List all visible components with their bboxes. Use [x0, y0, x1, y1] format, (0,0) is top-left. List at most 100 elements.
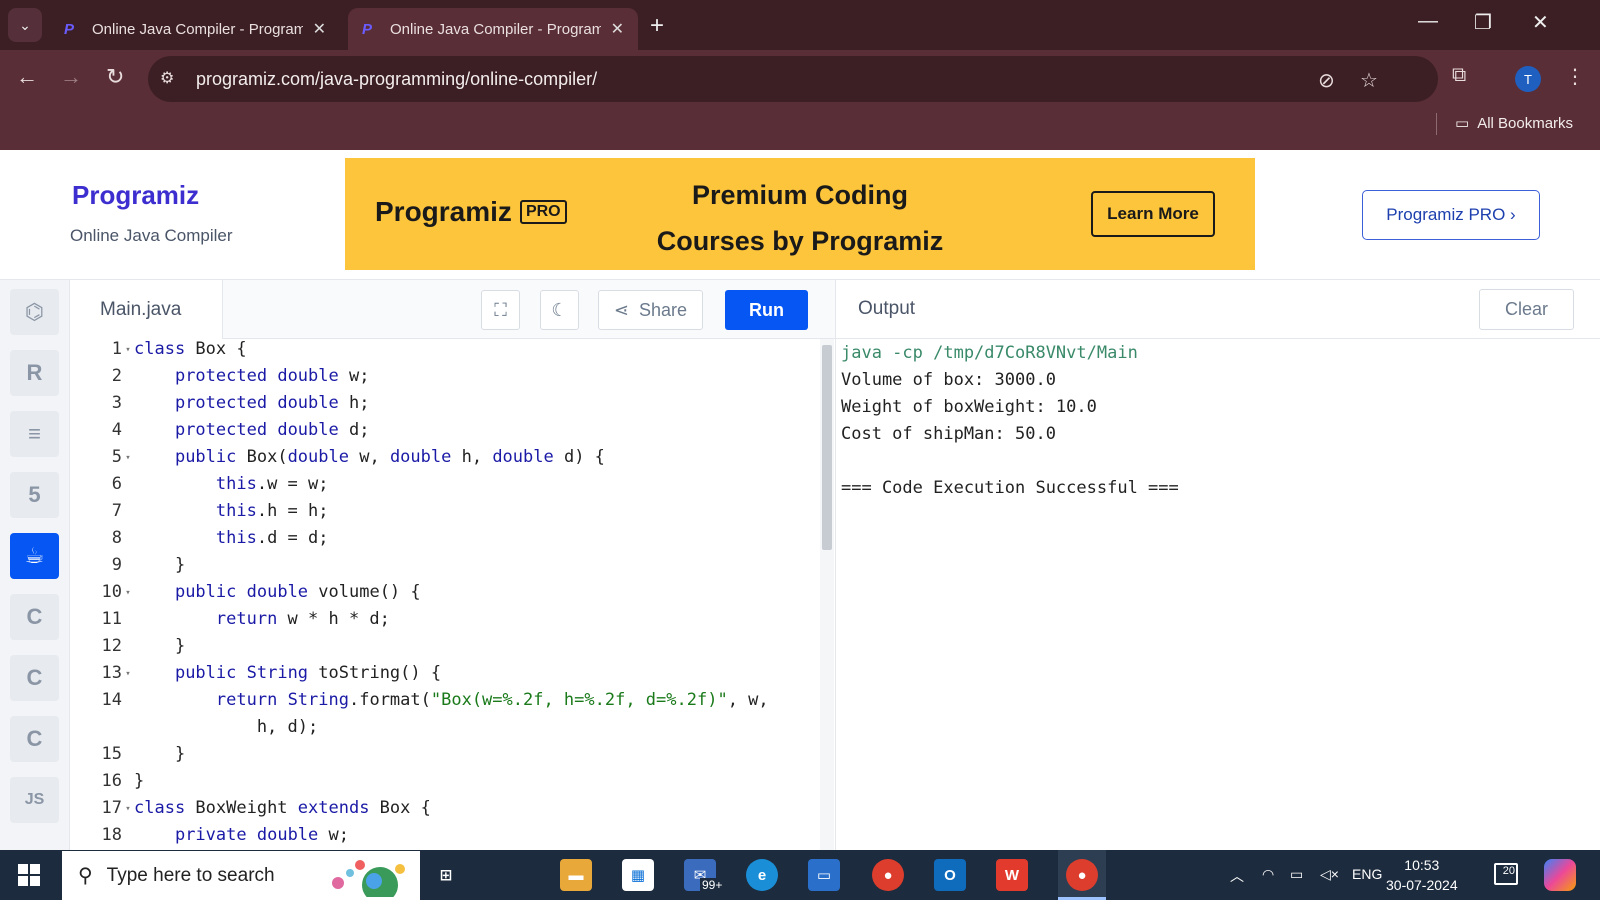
code-line[interactable]: 9 } [70, 555, 185, 582]
task-view-icon[interactable]: ⊞ [430, 859, 462, 891]
site-settings-icon[interactable]: ⚙ [160, 68, 182, 90]
file-tab[interactable]: Main.java [70, 280, 223, 339]
editor-scrollbar-thumb[interactable] [822, 345, 832, 550]
profile-avatar[interactable]: T [1515, 66, 1541, 92]
edge-icon[interactable]: e [746, 859, 778, 891]
java-icon[interactable]: ☕ [10, 533, 59, 579]
code-line[interactable]: 6 this.w = w; [70, 474, 329, 501]
browser-tab-active[interactable]: P Online Java Compiler - Program ✕ [348, 8, 638, 50]
file-explorer-icon[interactable]: ▬ [560, 859, 592, 891]
close-tab-icon[interactable]: ✕ [313, 19, 326, 39]
volume-muted-icon[interactable]: ◁× [1320, 866, 1339, 883]
code-line[interactable]: 12 } [70, 636, 186, 663]
microsoft-store-icon[interactable]: ▦ [622, 859, 654, 891]
extensions-icon[interactable]: ⧉ [1452, 64, 1466, 87]
outlook-icon[interactable]: O [934, 859, 966, 891]
fold-arrow-icon[interactable]: ▾ [122, 582, 134, 609]
code-line[interactable]: h, d); [70, 717, 318, 744]
code-line[interactable]: 16} [70, 771, 145, 798]
code-text[interactable]: } [134, 744, 185, 771]
code-text[interactable]: this.d = d; [134, 528, 329, 555]
browser-tab[interactable]: P Online Java Compiler - Program ✕ [50, 8, 340, 50]
code-text[interactable]: } [134, 771, 144, 798]
python-icon[interactable]: ⌬ [10, 289, 59, 335]
back-icon[interactable]: ← [16, 64, 38, 90]
code-line[interactable]: 15 } [70, 744, 186, 771]
clear-button[interactable]: Clear [1479, 289, 1574, 330]
all-bookmarks-button[interactable]: ▭ All Bookmarks [1455, 114, 1573, 133]
code-line[interactable]: 14 return String.format("Box(w=%.2f, h=%… [70, 690, 769, 717]
fullscreen-icon[interactable]: ⛶ [481, 290, 520, 330]
language-indicator[interactable]: ENG [1352, 866, 1382, 882]
chrome-profile-icon[interactable]: ● [1066, 859, 1098, 891]
taskbar-clock[interactable]: 10:53 30-07-2024 [1386, 855, 1458, 895]
code-text[interactable]: h, d); [134, 717, 318, 744]
csharp-icon[interactable]: C [10, 716, 59, 762]
code-line[interactable]: 18 private double w; [70, 825, 349, 850]
code-text[interactable]: protected double w; [134, 366, 370, 393]
battery-icon[interactable]: ▭ [1290, 866, 1303, 883]
promo-banner[interactable]: Programiz PRO Premium Coding Courses by … [345, 158, 1255, 270]
code-text[interactable]: protected double d; [134, 420, 370, 447]
code-text[interactable]: class BoxWeight extends Box { [134, 798, 431, 825]
learn-more-button[interactable]: Learn More [1091, 191, 1215, 237]
chrome-icon[interactable]: ● [872, 859, 904, 891]
code-text[interactable]: return w * h * d; [134, 609, 390, 636]
run-button[interactable]: Run [725, 290, 808, 330]
code-line[interactable]: 7 this.h = h; [70, 501, 329, 528]
code-text[interactable]: private double w; [134, 825, 349, 850]
eye-off-icon[interactable]: ⊘ [1318, 68, 1335, 93]
url-text[interactable]: programiz.com/java-programming/online-co… [196, 69, 597, 90]
restore-icon[interactable]: ❐ [1474, 10, 1492, 35]
fold-arrow-icon[interactable]: ▾ [122, 663, 134, 690]
code-line[interactable]: 3 protected double h; [70, 393, 370, 420]
programiz-pro-button[interactable]: Programiz PRO › [1362, 190, 1540, 240]
code-text[interactable]: } [134, 555, 185, 582]
code-line[interactable]: 17 ▾ class BoxWeight extends Box { [70, 798, 431, 825]
code-text[interactable]: protected double h; [134, 393, 370, 420]
taskbar-search[interactable]: ⚲ Type here to search [62, 851, 420, 900]
close-tab-icon[interactable]: ✕ [611, 19, 624, 39]
r-icon[interactable]: R [10, 350, 59, 396]
wifi-icon[interactable]: ◠ [1262, 866, 1274, 883]
code-text[interactable]: public double volume() { [134, 582, 421, 609]
wps-office-icon[interactable]: W [996, 859, 1028, 891]
tab-search-button[interactable]: ⌄ [8, 8, 42, 42]
fold-arrow-icon[interactable]: ▾ [122, 339, 134, 366]
dark-mode-icon[interactable]: ☾ [540, 290, 579, 330]
fold-arrow-icon[interactable]: ▾ [122, 447, 134, 474]
show-hidden-icons-icon[interactable]: ︿ [1230, 866, 1244, 886]
code-line[interactable]: 13 ▾ public String toString() { [70, 663, 442, 690]
fold-arrow-icon[interactable]: ▾ [122, 798, 134, 825]
html-icon[interactable]: 5 [10, 472, 59, 518]
code-line[interactable]: 10 ▾ public double volume() { [70, 582, 421, 609]
code-text[interactable]: } [134, 636, 185, 663]
laptop-app-icon[interactable]: ▭ [808, 859, 840, 891]
sql-icon[interactable]: ≡ [10, 411, 59, 457]
js-icon[interactable]: JS [10, 777, 59, 823]
share-button[interactable]: ⋖ Share [598, 290, 703, 330]
programiz-logo[interactable]: Programiz [72, 180, 199, 211]
reload-icon[interactable]: ↻ [106, 64, 124, 90]
code-line[interactable]: 2 protected double w; [70, 366, 370, 393]
code-text[interactable]: this.h = h; [134, 501, 329, 528]
close-window-icon[interactable]: ✕ [1532, 10, 1549, 35]
code-editor[interactable]: 1 ▾ class Box {2 protected double w; 3 prot… [70, 339, 825, 850]
notification-center-icon[interactable]: 20 [1494, 863, 1518, 885]
code-text[interactable]: public String toString() { [134, 663, 441, 690]
code-line[interactable]: 1 ▾ class Box { [70, 339, 247, 366]
code-text[interactable]: public Box(double w, double h, double d)… [134, 447, 605, 474]
address-bar[interactable]: ⚙ programiz.com/java-programming/online-… [148, 56, 1438, 102]
c-icon[interactable]: C [10, 594, 59, 640]
code-line[interactable]: 5 ▾ public Box(double w, double h, double… [70, 447, 605, 474]
minimize-icon[interactable]: — [1418, 10, 1438, 33]
copilot-icon[interactable] [1544, 859, 1576, 891]
code-line[interactable]: 8 this.d = d; [70, 528, 329, 555]
code-text[interactable]: class Box { [134, 339, 247, 366]
forward-icon[interactable]: → [60, 64, 82, 90]
code-text[interactable]: return String.format("Box(w=%.2f, h=%.2f… [134, 690, 769, 717]
bookmark-star-icon[interactable]: ☆ [1360, 68, 1378, 93]
code-line[interactable]: 11 return w * h * d; [70, 609, 390, 636]
code-text[interactable]: this.w = w; [134, 474, 329, 501]
new-tab-button[interactable]: + [650, 12, 664, 40]
